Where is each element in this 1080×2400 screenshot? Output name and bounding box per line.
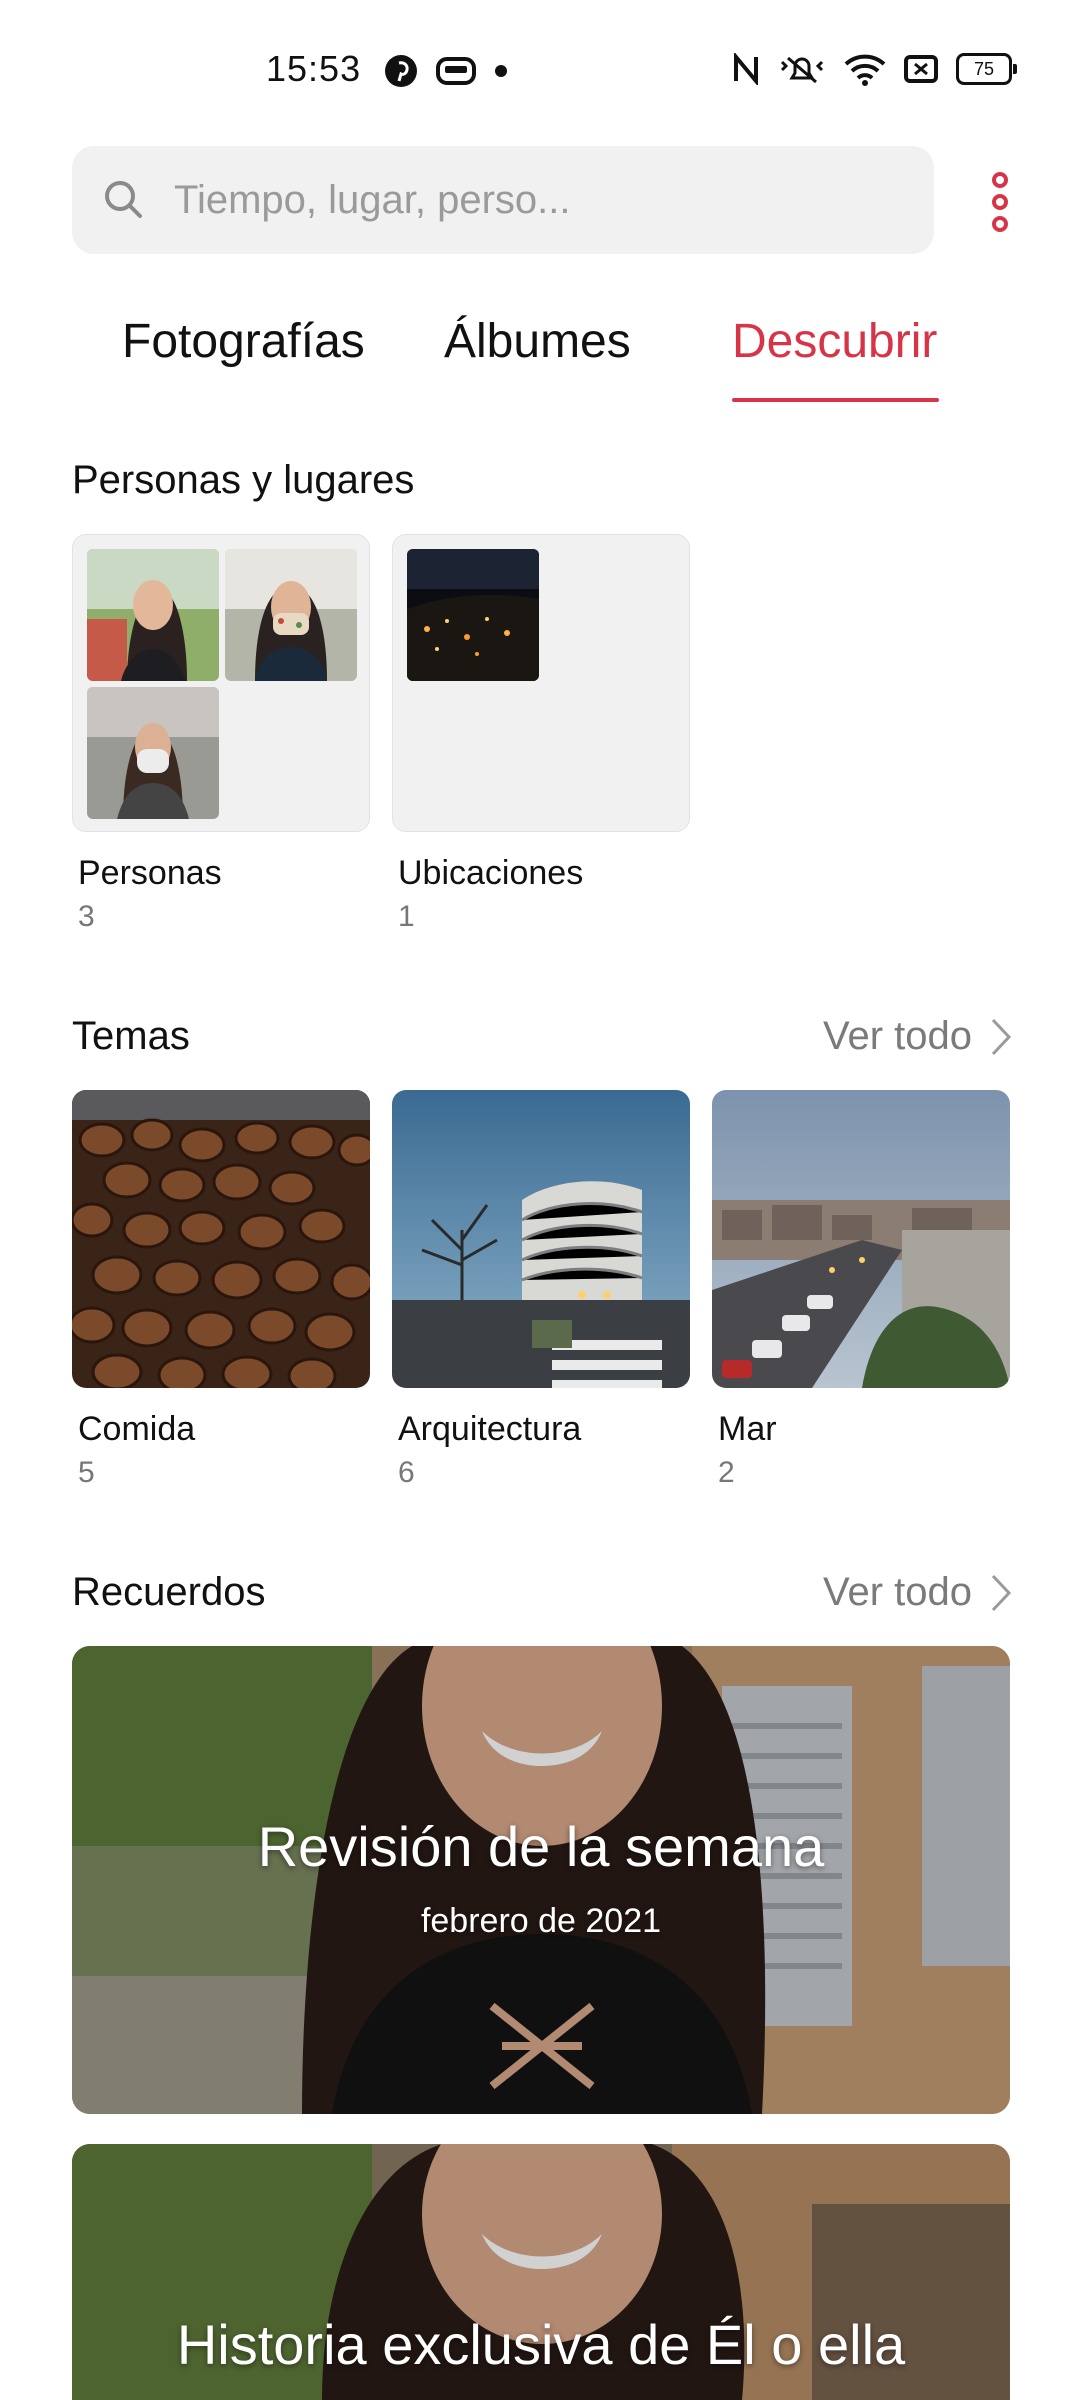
memories-see-all-button[interactable]: Ver todo (823, 1570, 1012, 1615)
status-left-icons (384, 54, 508, 88)
tab-bar: Fotografías Álbumes Descubrir (0, 300, 1080, 410)
person-thumb-2 (225, 549, 357, 681)
coffee-beans-image (72, 1090, 370, 1388)
street-dusk-image (712, 1090, 1010, 1388)
status-time: 15:53 (266, 48, 362, 89)
theme-label-mar: Mar (718, 1410, 777, 1448)
building-image (392, 1090, 690, 1388)
locations-label: Ubicaciones (398, 854, 584, 892)
nfc-icon (734, 53, 758, 85)
people-label: Personas (78, 854, 222, 892)
battery-icon: 75 (956, 53, 1017, 85)
pinterest-icon (385, 55, 417, 87)
locations-card[interactable] (392, 534, 690, 832)
wifi-icon (844, 54, 886, 86)
section-title-themes: Temas (72, 1014, 190, 1058)
person-thumb-1 (87, 549, 219, 681)
theme-count-mar: 2 (718, 1456, 735, 1489)
search-placeholder: Tiempo, lugar, perso... (174, 178, 571, 222)
chevron-right-icon (991, 1018, 1012, 1055)
memory-title-1: Revisión de la semana (257, 1815, 825, 1878)
theme-card-mar[interactable] (712, 1090, 1010, 1388)
themes-see-all-label: Ver todo (822, 1014, 972, 1058)
status-bar: 15:53 75 (0, 0, 1080, 140)
tab-fotografias[interactable]: Fotografías (122, 314, 365, 369)
people-count: 3 (78, 900, 95, 933)
chevron-right-icon (991, 1574, 1012, 1611)
tab-descubrir[interactable]: Descubrir (732, 314, 937, 369)
active-tab-indicator (732, 398, 939, 402)
person-thumb-3 (87, 687, 219, 819)
people-card[interactable] (72, 534, 370, 832)
section-title-memories: Recuerdos (72, 1570, 266, 1614)
theme-count-arquitectura: 6 (398, 1456, 415, 1489)
search-input[interactable]: Tiempo, lugar, perso... (72, 146, 934, 254)
memory-card-week-review[interactable]: Revisión de la semana febrero de 2021 (72, 1646, 1010, 2114)
tab-albumes[interactable]: Álbumes (444, 314, 631, 369)
themes-see-all-button[interactable]: Ver todo (823, 1014, 1012, 1059)
theme-card-arquitectura[interactable] (392, 1090, 690, 1388)
status-right-icons: 75 (732, 52, 1017, 86)
section-title-people-places: Personas y lugares (72, 458, 415, 502)
theme-count-comida: 5 (78, 1456, 95, 1489)
media-icon (436, 57, 476, 85)
location-thumb (407, 549, 539, 681)
theme-label-arquitectura: Arquitectura (398, 1410, 582, 1448)
theme-card-comida[interactable] (72, 1090, 370, 1388)
memory-title-2: Historia exclusiva de Él o ella (176, 2313, 906, 2376)
memory-subtitle-1: febrero de 2021 (420, 1902, 662, 1940)
notification-dot-icon (495, 65, 507, 77)
memory-card-his-or-her[interactable]: Historia exclusiva de Él o ella (72, 2144, 1010, 2400)
more-options-icon[interactable] (980, 170, 1020, 234)
theme-label-comida: Comida (78, 1410, 196, 1448)
sim-icon (904, 55, 938, 83)
locations-count: 1 (398, 900, 415, 933)
memory-image-1 (72, 1646, 1010, 2114)
memories-see-all-label: Ver todo (822, 1570, 972, 1614)
search-icon (105, 181, 142, 218)
vibrate-icon (780, 56, 824, 84)
